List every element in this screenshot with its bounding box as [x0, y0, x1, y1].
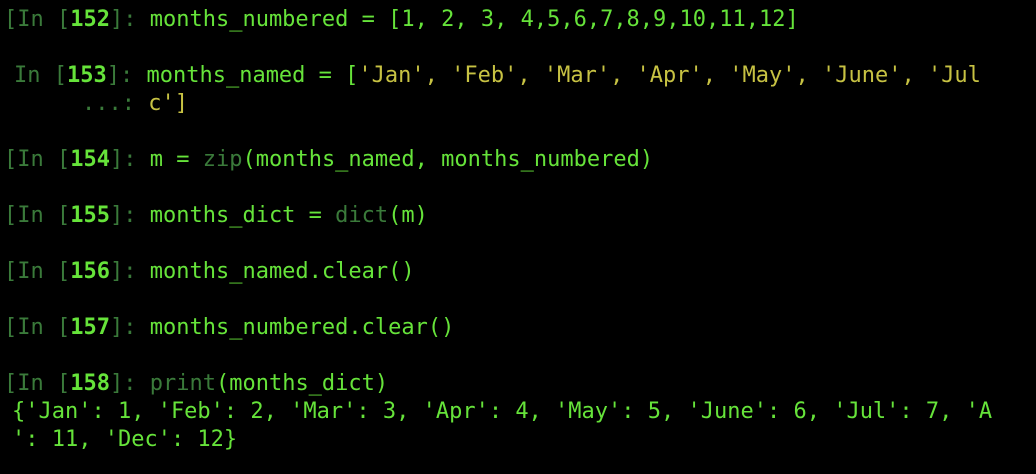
prompt-number: 158	[70, 371, 110, 396]
code-prefix: months_dict =	[149, 203, 336, 228]
code-rest: (m)	[388, 203, 428, 228]
code-strings: 'Jan', 'Feb', 'Mar', 'Apr', 'May', 'June…	[358, 63, 981, 88]
prompt-number: 156	[70, 259, 110, 284]
output-line-2: ': 11, 'Dec': 12}	[12, 426, 237, 454]
code-rest: (months_dict)	[215, 371, 389, 396]
prompt-label: [In [	[4, 7, 71, 32]
input-line-154: [In [154]: m = zip(months_named, months_…	[4, 146, 653, 174]
input-line-153: In [153]: months_named = ['Jan', 'Feb', …	[14, 62, 981, 90]
prompt-label: In [	[14, 63, 67, 88]
continuation-line-153: ...: c']	[82, 90, 188, 118]
builtin-print: print	[149, 371, 216, 396]
code-text: months_named.clear()	[149, 259, 415, 284]
code-prefix: months_named = [	[146, 63, 359, 88]
prompt-label: [In [	[4, 259, 71, 284]
prompt-close: ]:	[109, 259, 150, 284]
prompt-number: 155	[70, 203, 110, 228]
input-line-152: [In [152]: months_numbered = [1, 2, 3, 4…	[4, 6, 799, 34]
prompt-number: 157	[70, 315, 110, 340]
prompt-number: 154	[70, 147, 110, 172]
input-line-156: [In [156]: months_named.clear()	[4, 258, 415, 286]
prompt-label: [In [	[4, 371, 71, 396]
output-line-1: {'Jan': 1, 'Feb': 2, 'Mar': 3, 'Apr': 4,…	[12, 398, 992, 426]
output-text: ': 11, 'Dec': 12}	[12, 427, 238, 452]
ipython-terminal[interactable]: [In [152]: months_numbered = [1, 2, 3, 4…	[0, 0, 1036, 474]
code-text: months_numbered = [1, 2, 3, 4,5,6,7,8,9,…	[149, 7, 799, 32]
output-text: {'Jan': 1, 'Feb': 2, 'Mar': 3, 'Apr': 4,…	[12, 399, 993, 424]
code-text: months_numbered.clear()	[149, 315, 455, 340]
input-line-155: [In [155]: months_dict = dict(m)	[4, 202, 428, 230]
builtin-zip: zip	[202, 147, 243, 172]
prompt-number: 153	[66, 63, 107, 88]
builtin-dict: dict	[335, 203, 389, 228]
prompt-close: ]:	[109, 203, 150, 228]
prompt-close: ]:	[109, 371, 150, 396]
prompt-close: ]:	[109, 7, 150, 32]
code-rest: (months_named, months_numbered)	[242, 147, 654, 172]
prompt-close: ]:	[109, 147, 150, 172]
prompt-number: 152	[70, 7, 110, 32]
prompt-label: [In [	[4, 315, 71, 340]
input-line-158: [In [158]: print(months_dict)	[4, 370, 388, 398]
prompt-label: [In [	[4, 203, 71, 228]
code-prefix: m =	[149, 147, 203, 172]
prompt-label: [In [	[4, 147, 71, 172]
continuation-code: c']	[148, 91, 188, 116]
prompt-close: ]:	[106, 63, 147, 88]
prompt-close: ]:	[109, 315, 150, 340]
input-line-157: [In [157]: months_numbered.clear()	[4, 314, 454, 342]
continuation-prompt: ...:	[82, 91, 149, 116]
